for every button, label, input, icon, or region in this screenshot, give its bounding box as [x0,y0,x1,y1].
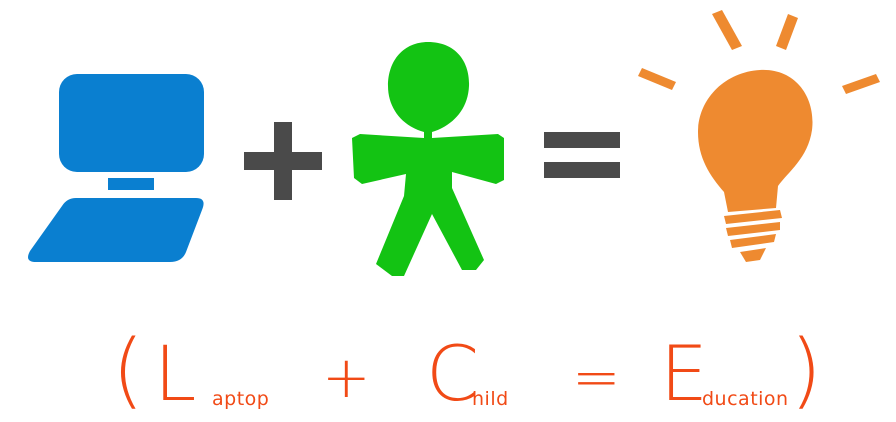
caption-e-rest: ducation [702,388,789,410]
child-figure-icon [352,42,504,276]
caption-c-rest: hild [472,388,509,410]
plus-icon [244,122,322,200]
caption-plus: + [322,343,371,411]
light-bulb-icon [638,10,880,262]
equals-icon [544,132,620,178]
caption-formula: ( L aptop + C hild = E ducation ) [0,330,896,420]
caption-close-paren: ) [790,323,822,418]
caption-e-initial: E [660,329,709,418]
caption-open-paren: ( [112,323,144,418]
caption-l-initial: L [154,329,197,418]
laptop-icon [28,74,204,262]
caption-l-rest: aptop [212,388,270,410]
caption-equals: = [572,343,621,411]
